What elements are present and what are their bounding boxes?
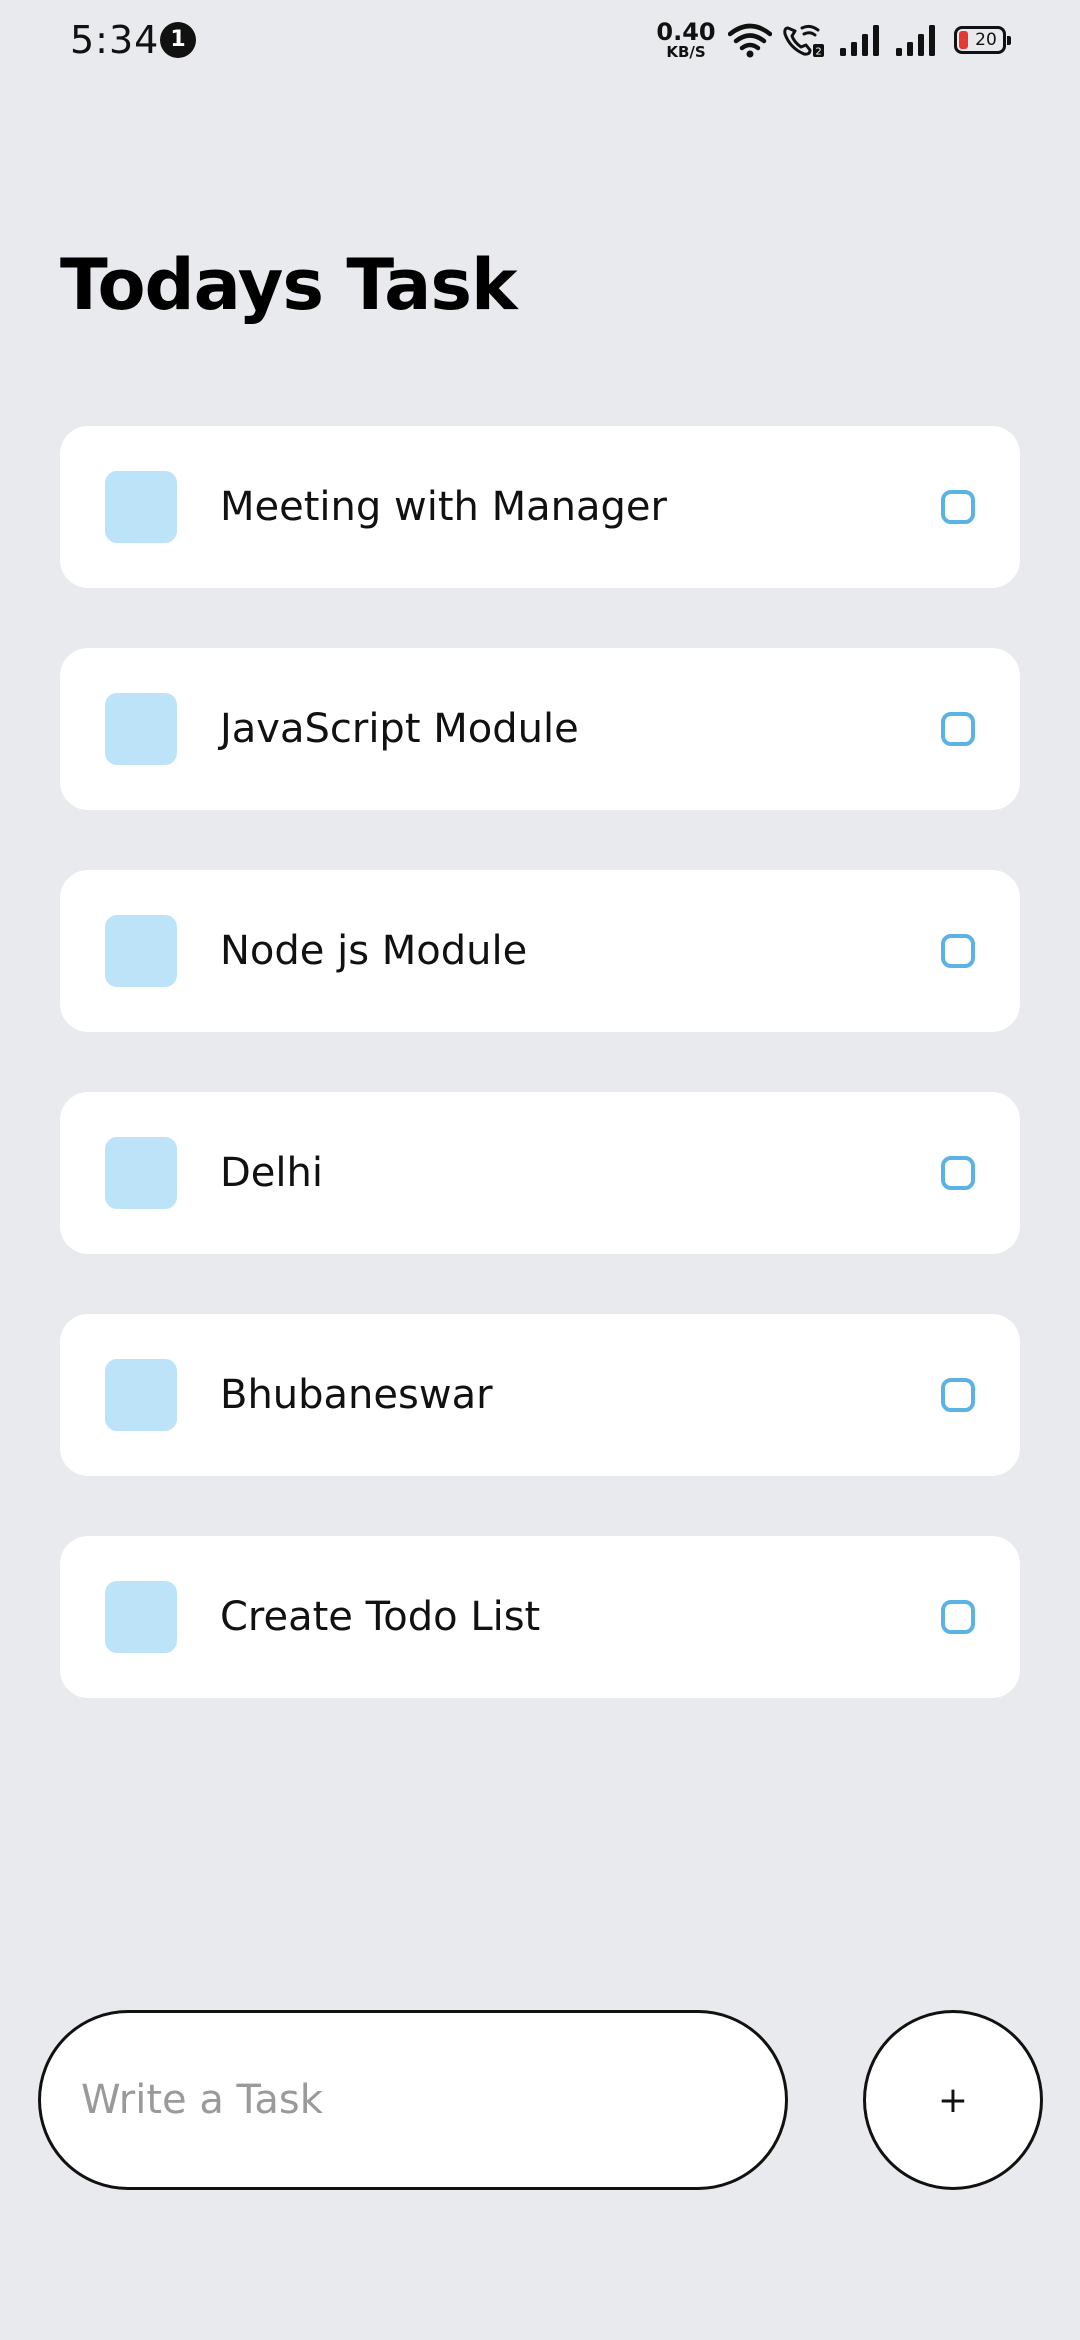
wifi-icon xyxy=(728,23,772,58)
task-list: Meeting with Manager JavaScript Module N… xyxy=(60,426,1020,1758)
task-input[interactable] xyxy=(38,2010,788,2190)
task-checkbox[interactable] xyxy=(941,490,975,524)
task-item[interactable]: Create Todo List xyxy=(60,1536,1020,1698)
task-checkbox[interactable] xyxy=(941,934,975,968)
network-speed-value: 0.40 xyxy=(656,18,716,46)
task-item[interactable]: Delhi xyxy=(60,1092,1020,1254)
task-text: JavaScript Module xyxy=(220,706,579,752)
task-square-icon xyxy=(105,1581,177,1653)
page-title: Todays Task xyxy=(60,244,518,326)
task-checkbox[interactable] xyxy=(941,1378,975,1412)
signal-icon xyxy=(840,25,879,56)
status-time: 5:34 xyxy=(70,18,160,62)
task-checkbox[interactable] xyxy=(941,1156,975,1190)
task-checkbox[interactable] xyxy=(941,712,975,746)
battery-fill xyxy=(959,31,968,49)
task-square-icon xyxy=(105,471,177,543)
task-square-icon xyxy=(105,693,177,765)
notification-badge: 1 xyxy=(160,22,196,58)
task-square-icon xyxy=(105,1137,177,1209)
task-text: Delhi xyxy=(220,1150,323,1196)
task-square-icon xyxy=(105,1359,177,1431)
task-item[interactable]: Meeting with Manager xyxy=(60,426,1020,588)
network-speed: 0.40 KB/S xyxy=(656,20,716,60)
status-bar: 5:34 1 0.40 KB/S 2 20 xyxy=(0,0,1080,82)
svg-text:2: 2 xyxy=(815,47,821,58)
task-item[interactable]: JavaScript Module xyxy=(60,648,1020,810)
task-square-icon xyxy=(105,915,177,987)
add-task-button[interactable]: + xyxy=(863,2010,1043,2190)
signal-icon xyxy=(896,25,935,56)
task-item[interactable]: Bhubaneswar xyxy=(60,1314,1020,1476)
task-checkbox[interactable] xyxy=(941,1600,975,1634)
task-item[interactable]: Node js Module xyxy=(60,870,1020,1032)
network-speed-unit: KB/S xyxy=(666,43,706,61)
wifi-calling-icon: 2 xyxy=(783,24,824,58)
battery-icon: 20 xyxy=(954,26,1011,54)
battery-level: 20 xyxy=(975,30,997,50)
task-text: Node js Module xyxy=(220,928,528,974)
task-text: Create Todo List xyxy=(220,1594,541,1640)
task-text: Bhubaneswar xyxy=(220,1372,493,1418)
task-text: Meeting with Manager xyxy=(220,484,667,530)
